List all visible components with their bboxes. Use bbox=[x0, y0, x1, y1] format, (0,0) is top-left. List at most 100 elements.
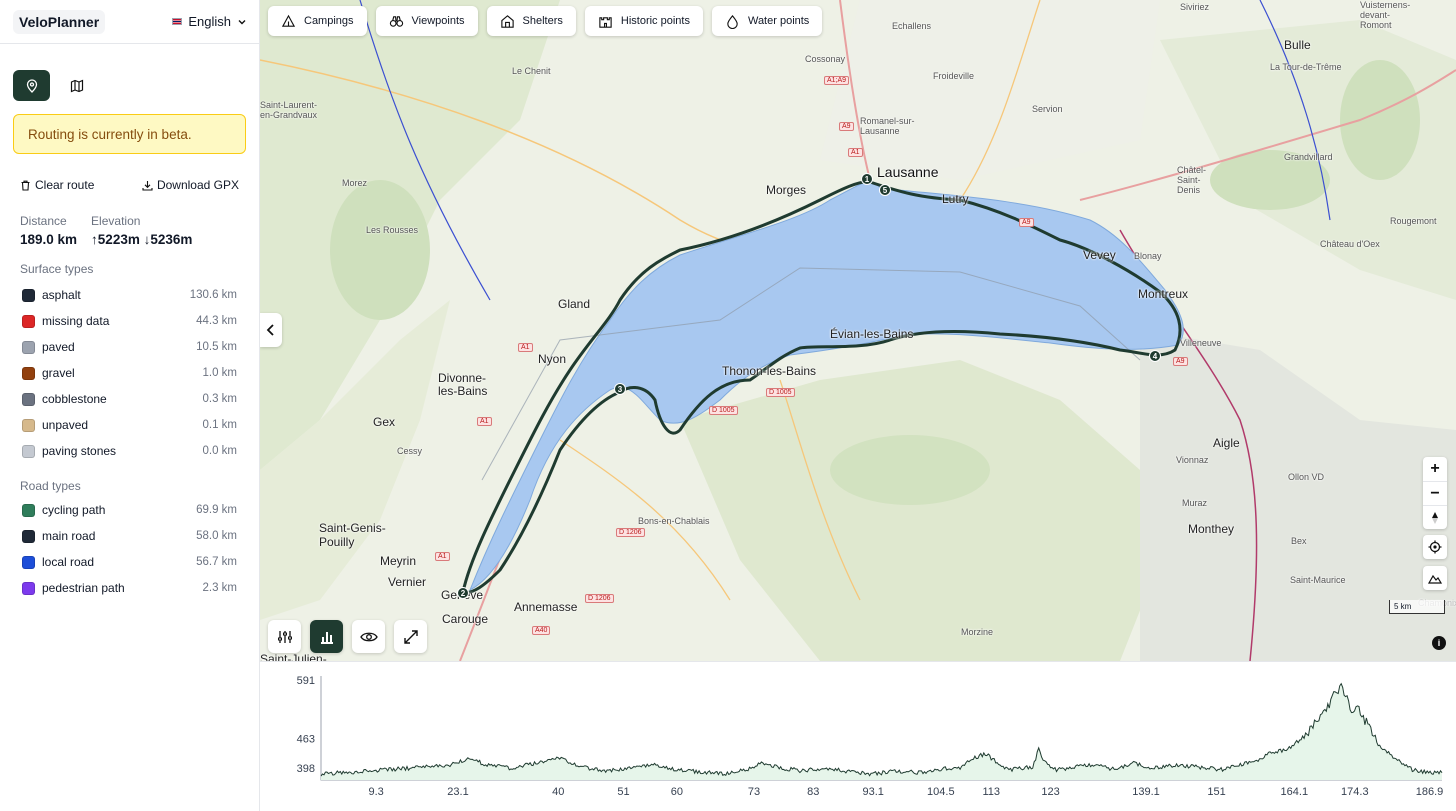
place-label: Bulle bbox=[1284, 38, 1311, 52]
surface-type-row: unpaved 0.1 km bbox=[0, 412, 259, 438]
road-type-label-group: cycling path bbox=[22, 503, 105, 517]
road-type-row: local road 56.7 km bbox=[0, 549, 259, 575]
download-gpx-button[interactable]: Download GPX bbox=[142, 178, 239, 192]
road-types-title: Road types bbox=[20, 479, 81, 493]
place-label: Nyon bbox=[538, 352, 567, 366]
x-tick-label: 151 bbox=[1207, 786, 1225, 798]
surface-type-label-group: missing data bbox=[22, 314, 109, 328]
place-label: Grandvillard bbox=[1284, 152, 1333, 162]
road-type-value: 69.9 km bbox=[196, 504, 237, 516]
poi-button-historic-points[interactable]: Historic points bbox=[584, 6, 703, 36]
place-label: Saint-Genis-Pouilly bbox=[319, 521, 386, 549]
route-marker[interactable]: 4 bbox=[1149, 350, 1161, 362]
sliders-icon bbox=[277, 630, 292, 643]
zoom-out-button[interactable]: − bbox=[1423, 481, 1447, 505]
elevation-chart-button[interactable] bbox=[310, 620, 343, 653]
surface-type-label: cobblestone bbox=[42, 392, 107, 406]
surface-type-label-group: paved bbox=[22, 340, 75, 354]
tab-route[interactable] bbox=[13, 70, 50, 101]
mountain-icon bbox=[1428, 574, 1442, 584]
place-label: Morzine bbox=[961, 627, 994, 637]
app-logo[interactable]: VeloPlanner bbox=[13, 9, 106, 34]
eye-icon bbox=[359, 632, 378, 641]
x-tick-label: 9.3 bbox=[369, 786, 384, 798]
place-label: Le Chenit bbox=[512, 66, 551, 76]
compass-icon bbox=[1432, 511, 1438, 524]
poi-button-campings[interactable]: Campings bbox=[268, 6, 367, 36]
place-label: Cossonay bbox=[805, 54, 846, 64]
tab-map[interactable] bbox=[58, 70, 95, 101]
x-tick-label: 186.9 bbox=[1416, 786, 1444, 798]
x-tick-label: 174.3 bbox=[1341, 786, 1369, 798]
road-shield: D 1206 bbox=[616, 528, 645, 537]
route-marker[interactable]: 2 bbox=[457, 587, 469, 599]
surface-type-label-group: unpaved bbox=[22, 418, 88, 432]
surface-type-value: 1.0 km bbox=[202, 367, 237, 379]
info-button[interactable]: i bbox=[1432, 636, 1446, 650]
road-type-label-group: pedestrian path bbox=[22, 581, 125, 595]
fullscreen-button[interactable] bbox=[394, 620, 427, 653]
x-tick-label: 139.1 bbox=[1132, 786, 1160, 798]
place-label: Vionnaz bbox=[1176, 455, 1209, 465]
surface-type-row: cobblestone 0.3 km bbox=[0, 386, 259, 412]
place-label: Monthey bbox=[1188, 522, 1235, 536]
place-label: Vernier bbox=[388, 575, 427, 589]
language-select[interactable]: English bbox=[172, 14, 247, 29]
elevation-value: ↑5223m ↓5236m bbox=[91, 232, 193, 247]
road-shield: A1 bbox=[477, 417, 492, 426]
surface-type-label-group: gravel bbox=[22, 366, 75, 380]
place-label: Servion bbox=[1032, 104, 1063, 114]
place-label: Echallens bbox=[892, 21, 932, 31]
surface-type-label-group: cobblestone bbox=[22, 392, 107, 406]
road-type-swatch bbox=[22, 529, 35, 543]
place-label: Morez bbox=[342, 178, 368, 188]
castle-icon bbox=[599, 16, 612, 28]
surface-types-title: Surface types bbox=[20, 262, 94, 276]
collapse-sidebar-button[interactable] bbox=[260, 313, 282, 347]
surface-types-list: asphalt 130.6 km missing data 44.3 km paved 1… bbox=[0, 282, 259, 464]
y-tick-label: 463 bbox=[297, 733, 315, 745]
place-label: Lutry bbox=[942, 192, 969, 206]
x-tick-label: 104.5 bbox=[927, 786, 955, 798]
place-label: Gland bbox=[558, 297, 591, 311]
surface-type-value: 44.3 km bbox=[196, 315, 237, 327]
x-tick-label: 123 bbox=[1041, 786, 1059, 798]
zoom-controls: + − bbox=[1423, 457, 1447, 529]
elevation-stat: Elevation ↑5223m ↓5236m bbox=[91, 214, 192, 247]
compass-button[interactable] bbox=[1423, 505, 1447, 529]
poi-filter-bar: Campings Viewpoints Shelters Historic point… bbox=[268, 6, 823, 36]
sidebar-header: VeloPlanner English bbox=[0, 0, 259, 44]
route-marker[interactable]: 5 bbox=[879, 184, 891, 196]
surface-type-swatch bbox=[22, 418, 35, 432]
surface-type-swatch bbox=[22, 340, 35, 354]
surface-type-value: 10.5 km bbox=[196, 341, 237, 353]
road-type-label: main road bbox=[42, 529, 96, 543]
place-label: Château d'Oex bbox=[1320, 239, 1380, 249]
x-tick-label: 113 bbox=[982, 786, 1000, 798]
x-tick-label: 164.1 bbox=[1281, 786, 1309, 798]
x-tick-label: 73 bbox=[748, 786, 760, 798]
clear-route-button[interactable]: Clear route bbox=[20, 178, 94, 192]
road-shield: D 1005 bbox=[766, 388, 795, 397]
poi-button-viewpoints[interactable]: Viewpoints bbox=[375, 6, 478, 36]
download-gpx-label: Download GPX bbox=[156, 178, 239, 192]
road-type-row: pedestrian path 2.3 km bbox=[0, 575, 259, 601]
terrain-button[interactable] bbox=[1423, 566, 1447, 590]
map-canvas[interactable]: Lausanne Morges Lutry Vevey Montreux Blo… bbox=[260, 0, 1456, 661]
place-label: Saint-Laurent-en-Grandvaux bbox=[260, 100, 318, 120]
poi-button-water-points[interactable]: Water points bbox=[711, 6, 823, 36]
route-marker[interactable]: 3 bbox=[614, 383, 626, 395]
poi-button-shelters[interactable]: Shelters bbox=[486, 6, 576, 36]
surface-type-row: missing data 44.3 km bbox=[0, 308, 259, 334]
house-icon bbox=[500, 14, 514, 28]
place-label: Blonay bbox=[1134, 251, 1162, 261]
surface-type-label: gravel bbox=[42, 366, 75, 380]
place-label: Carouge bbox=[442, 612, 489, 626]
visibility-button[interactable] bbox=[352, 620, 385, 653]
zoom-in-button[interactable]: + bbox=[1423, 457, 1447, 481]
route-marker[interactable]: 1 bbox=[861, 173, 873, 185]
locate-button[interactable] bbox=[1423, 535, 1447, 559]
place-label: Divonne-les-Bains bbox=[438, 371, 488, 398]
filters-button[interactable] bbox=[268, 620, 301, 653]
road-type-value: 58.0 km bbox=[196, 530, 237, 542]
